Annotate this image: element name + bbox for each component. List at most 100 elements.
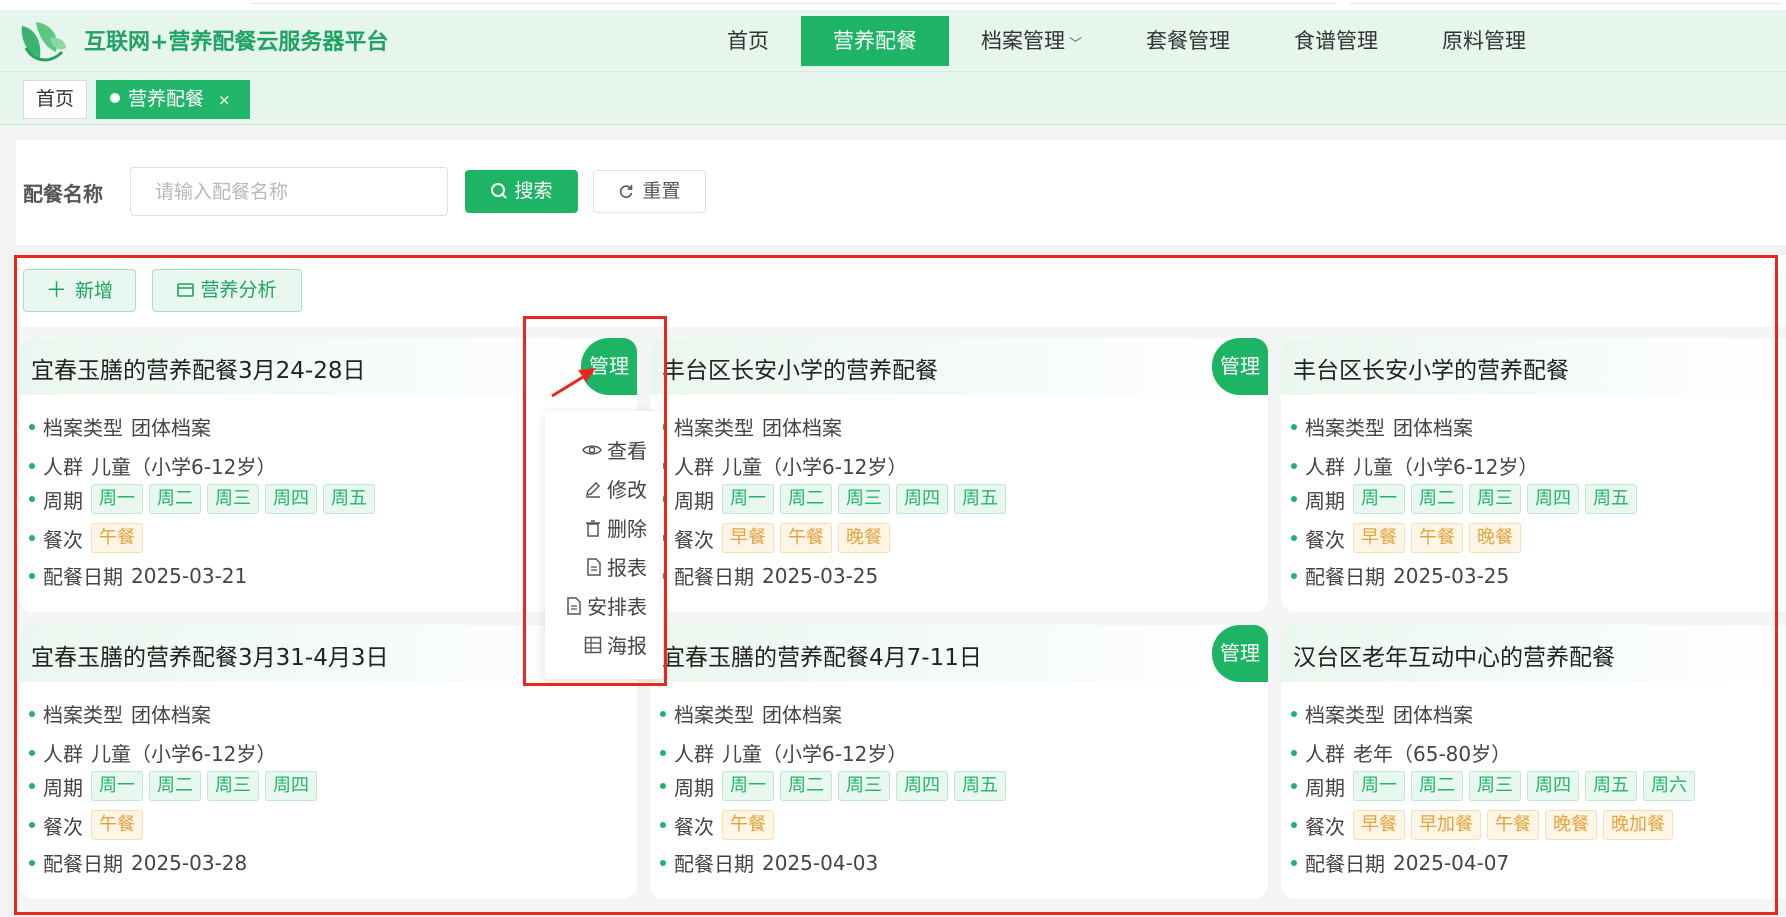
refresh-icon: [620, 185, 633, 198]
nav-item-packages[interactable]: 套餐管理: [1114, 16, 1262, 66]
card-icon: [177, 283, 195, 297]
day-chip: 周二: [1411, 484, 1463, 514]
day-chip: 周五: [1585, 484, 1637, 514]
meal-row: 餐次 午餐: [29, 523, 149, 553]
menu-item-label: 删除: [607, 517, 647, 541]
plan-card: 宜春玉膳的营养配餐4月7-11日 管理 档案类型 团体档案 人群 儿童（小学6-12…: [650, 625, 1268, 899]
analysis-button[interactable]: 营养分析: [152, 269, 302, 312]
trash-icon: [586, 519, 600, 537]
nav-item-label: 套餐管理: [1146, 29, 1231, 53]
file-type-row: 档案类型 团体档案: [1291, 699, 1473, 728]
close-icon[interactable]: ×: [218, 91, 231, 109]
grid-icon: [584, 636, 602, 653]
active-dot-icon: [110, 93, 120, 103]
date-row: 配餐日期 2025-03-28: [29, 848, 247, 877]
card-title: 丰台区长安小学的营养配餐: [662, 358, 938, 384]
reset-button-label: 重置: [642, 180, 681, 202]
tag-label: 营养配餐: [128, 88, 205, 110]
file-type-row: 档案类型 团体档案: [1291, 412, 1473, 441]
day-chip: 周一: [722, 771, 774, 801]
manage-button[interactable]: 管理: [1212, 625, 1268, 682]
nav-item-label: 首页: [727, 29, 769, 53]
nav-item-ingredients[interactable]: 原料管理: [1410, 16, 1558, 66]
meal-row: 餐次 早餐 午餐 晚餐: [1291, 523, 1527, 553]
menu-item-view[interactable]: 查看: [582, 435, 647, 464]
menu-item-label: 海报: [607, 634, 647, 658]
day-chip: 周一: [91, 771, 143, 801]
period-row: 周期 周一 周二 周三 周四 周五 周六: [1291, 771, 1701, 801]
day-chip: 周二: [149, 771, 201, 801]
menu-item-poster[interactable]: 海报: [584, 630, 647, 659]
meal-chip: 晚餐: [1469, 523, 1521, 553]
meal-chip: 早餐: [1353, 523, 1405, 553]
menu-item-schedule[interactable]: 安排表: [566, 591, 647, 620]
nav-item-label: 原料管理: [1442, 29, 1527, 53]
reset-button[interactable]: 重置: [593, 170, 706, 213]
day-chip: 周三: [838, 484, 890, 514]
meal-row: 餐次 午餐: [29, 810, 149, 840]
add-button-label: 新增: [74, 280, 113, 302]
meal-chip: 午餐: [780, 523, 832, 553]
file-type-row: 档案类型 团体档案: [29, 412, 211, 441]
search-label: 配餐名称: [23, 182, 103, 206]
tag-nutrition[interactable]: 营养配餐 ×: [96, 80, 250, 119]
day-chip: 周五: [954, 771, 1006, 801]
meal-chip: 午餐: [91, 810, 143, 840]
period-row: 周期 周一 周二 周三 周四 周五: [660, 484, 1012, 514]
crowd-row: 人群 儿童（小学6-12岁）: [660, 451, 907, 480]
card-title: 宜春玉膳的营养配餐3月31-4月3日: [31, 645, 389, 671]
meal-chip: 午餐: [722, 810, 774, 840]
menu-item-label: 安排表: [587, 595, 647, 619]
meal-row: 餐次 早餐 早加餐 午餐 晚餐 晚加餐: [1291, 810, 1679, 840]
card-title: 宜春玉膳的营养配餐4月7-11日: [662, 645, 982, 671]
analysis-button-label: 营养分析: [200, 279, 277, 301]
top-strip-bar: [1350, 0, 1780, 4]
period-row: 周期 周一 周二 周三 周四: [29, 771, 323, 801]
period-row: 周期 周一 周二 周三 周四 周五: [660, 771, 1012, 801]
nav-item-recipes[interactable]: 食谱管理: [1262, 16, 1410, 66]
day-chip: 周四: [1527, 771, 1579, 801]
plan-card: 丰台区长安小学的营养配餐 管理 档案类型 团体档案 人群 儿童（小学6-12岁） 周…: [650, 338, 1268, 612]
add-button[interactable]: ＋ 新增: [23, 269, 136, 312]
meal-chip: 午餐: [91, 523, 143, 553]
search-button[interactable]: 搜索: [465, 170, 578, 213]
day-chip: 周一: [1353, 771, 1405, 801]
nav-item-label: 营养配餐: [833, 29, 917, 53]
card-title: 丰台区长安小学的营养配餐: [1293, 358, 1569, 384]
card-header: 丰台区长安小学的营养配餐 管理: [650, 338, 1268, 395]
search-input[interactable]: [130, 167, 448, 216]
nav-item-nutrition[interactable]: 营养配餐: [801, 16, 949, 66]
nav-item-label: 食谱管理: [1294, 29, 1379, 53]
logo-icon: [21, 22, 66, 62]
manage-dropdown-menu: 查看 修改 删除 报表 安排表 海报: [545, 411, 663, 679]
day-chip: 周三: [838, 771, 890, 801]
manage-button[interactable]: 管理: [581, 338, 637, 395]
menu-item-edit[interactable]: 修改: [584, 474, 647, 503]
day-chip: 周四: [896, 771, 948, 801]
menu-item-report[interactable]: 报表: [586, 552, 647, 581]
day-chip: 周四: [1527, 484, 1579, 514]
app-title: 互联网+营养配餐云服务器平台: [84, 30, 389, 55]
eye-icon: [582, 445, 602, 454]
date-row: 配餐日期 2025-03-25: [1291, 561, 1509, 590]
day-chip: 周六: [1643, 771, 1695, 801]
search-button-label: 搜索: [514, 180, 553, 202]
manage-button[interactable]: 管理: [1212, 338, 1268, 395]
menu-item-delete[interactable]: 删除: [584, 513, 647, 542]
nav-item-files[interactable]: 档案管理 ﹀: [949, 16, 1114, 66]
period-row: 周期 周一 周二 周三 周四 周五: [1291, 484, 1643, 514]
meal-chip: 午餐: [1487, 810, 1539, 840]
day-chip: 周三: [1469, 484, 1521, 514]
day-chip: 周五: [954, 484, 1006, 514]
tag-home[interactable]: 首页: [23, 80, 87, 119]
file-type-row: 档案类型 团体档案: [660, 412, 842, 441]
meal-chip: 晚餐: [1545, 810, 1597, 840]
top-strip: [0, 0, 1786, 10]
list-panel: ＋ 新增 营养分析 宜春玉膳的营养配餐3月24-28日 管理 档案类型 团体档案 人…: [16, 255, 1786, 917]
top-nav: 首页 营养配餐 档案管理 ﹀ 套餐管理 食谱管理 原料管理: [695, 16, 1558, 66]
day-chip: 周一: [91, 484, 143, 514]
crowd-row: 人群 儿童（小学6-12岁）: [29, 451, 276, 480]
document-icon: [587, 557, 601, 576]
meal-chip: 早餐: [1353, 810, 1405, 840]
nav-item-home[interactable]: 首页: [695, 16, 801, 66]
